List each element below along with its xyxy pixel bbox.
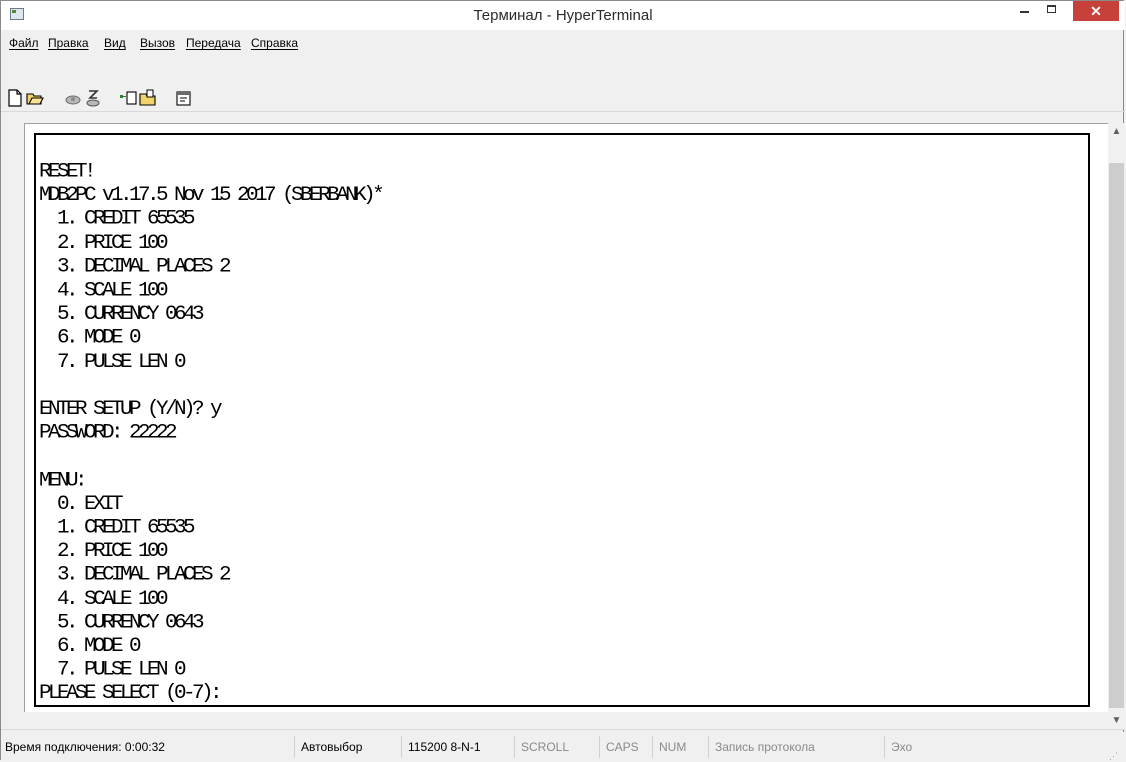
terminal-line: PASSWORD: 22222 (39, 421, 178, 445)
menu-call[interactable]: Вызов (140, 36, 175, 50)
title-bar[interactable]: Терминал - HyperTerminal ✕ (1, 1, 1125, 30)
disconnect-icon[interactable] (84, 89, 102, 107)
receive-icon[interactable] (139, 89, 157, 107)
terminal-line: MENU: (39, 469, 88, 492)
terminal-line: 3. DECIMAL PLACES 2 (39, 564, 232, 587)
terminal-line: ENTER SETUP (Y/N)? y (39, 398, 223, 421)
status-port-settings: 115200 8-N-1 (401, 736, 507, 758)
terminal-line: 6. MODE 0 (39, 635, 142, 658)
terminal-line: 6. MODE 0 (39, 327, 142, 350)
terminal-line: RESET! (39, 161, 97, 184)
terminal-line: 5. CURRENCY 0643 (39, 611, 205, 635)
scroll-track[interactable] (1109, 141, 1124, 163)
terminal-line: 4. SCALE 100 (39, 279, 169, 303)
menu-file[interactable]: Файл (9, 36, 39, 50)
terminal-line: MDB2PC v1.17.5 Nov 15 2017 (SBERBANK)* (39, 184, 385, 208)
toolbar (1, 57, 1125, 107)
status-echo: Эхо (884, 736, 934, 758)
terminal-line: 5. CURRENCY 0643 (39, 303, 205, 326)
window-title: Терминал - HyperTerminal (473, 7, 653, 24)
statusbar-divider (1, 729, 1125, 730)
terminal-screen[interactable]: RESET! MDB2PC v1.17.5 Nov 15 2017 (SBERB… (34, 133, 1090, 707)
status-num: NUM (652, 736, 702, 758)
menu-transfer[interactable]: Передача (186, 36, 241, 50)
status-bar: Время подключения: 0:00:32 Автовыбор 115… (1, 732, 1125, 761)
terminal-line: 0. EXIT (39, 493, 124, 516)
terminal-line: 2. PRICE 100 (39, 232, 169, 255)
hyperterminal-window: Терминал - HyperTerminal ✕ Файл Правка В… (0, 0, 1125, 761)
menu-view[interactable]: Вид (104, 36, 126, 50)
terminal-line: 7. PULSE LEN 0 (39, 659, 187, 682)
terminal-line: 1. CREDIT 65535 (39, 208, 196, 231)
menu-help[interactable]: Справка (251, 36, 298, 50)
terminal-line: 7. PULSE LEN 0 (39, 350, 187, 374)
close-button[interactable]: ✕ (1073, 1, 1119, 21)
terminal-line: 4. SCALE 100 (39, 587, 169, 611)
scroll-thumb[interactable] (1109, 163, 1124, 708)
resize-grip-icon[interactable]: ⋰ (1109, 751, 1119, 761)
menu-edit[interactable]: Правка (48, 36, 89, 50)
terminal-line: PLEASE SELECT (0-7): (39, 682, 223, 706)
close-icon: ✕ (1090, 3, 1102, 19)
scroll-down-icon[interactable]: ▼ (1108, 712, 1125, 729)
minimize-button[interactable] (1012, 1, 1039, 21)
toolbar-divider (1, 111, 1125, 112)
new-document-icon[interactable] (6, 89, 24, 107)
status-caps: CAPS (599, 736, 649, 758)
maximize-button[interactable] (1039, 1, 1066, 21)
open-folder-icon[interactable] (26, 89, 44, 107)
status-connection-time: Время подключения: 0:00:32 (5, 740, 165, 754)
status-autodetect: Автовыбор (294, 736, 398, 758)
status-scroll: SCROLL (514, 736, 590, 758)
maximize-icon (1047, 5, 1056, 13)
minimize-icon (1020, 11, 1029, 13)
status-capture: Запись протокола (708, 736, 876, 758)
terminal-line: 2. PRICE 100 (39, 540, 169, 564)
properties-icon[interactable] (175, 89, 193, 107)
call-icon[interactable] (64, 89, 82, 107)
terminal-line: 3. DECIMAL PLACES 2 (39, 255, 232, 279)
terminal-output: RESET! MDB2PC v1.17.5 Nov 15 2017 (SBERB… (39, 161, 385, 707)
scroll-up-icon[interactable]: ▲ (1108, 123, 1125, 140)
terminal-line: 1. CREDIT 65535 (39, 516, 196, 540)
vertical-scrollbar[interactable]: ▲ ▼ (1108, 123, 1125, 729)
send-icon[interactable] (119, 89, 137, 107)
